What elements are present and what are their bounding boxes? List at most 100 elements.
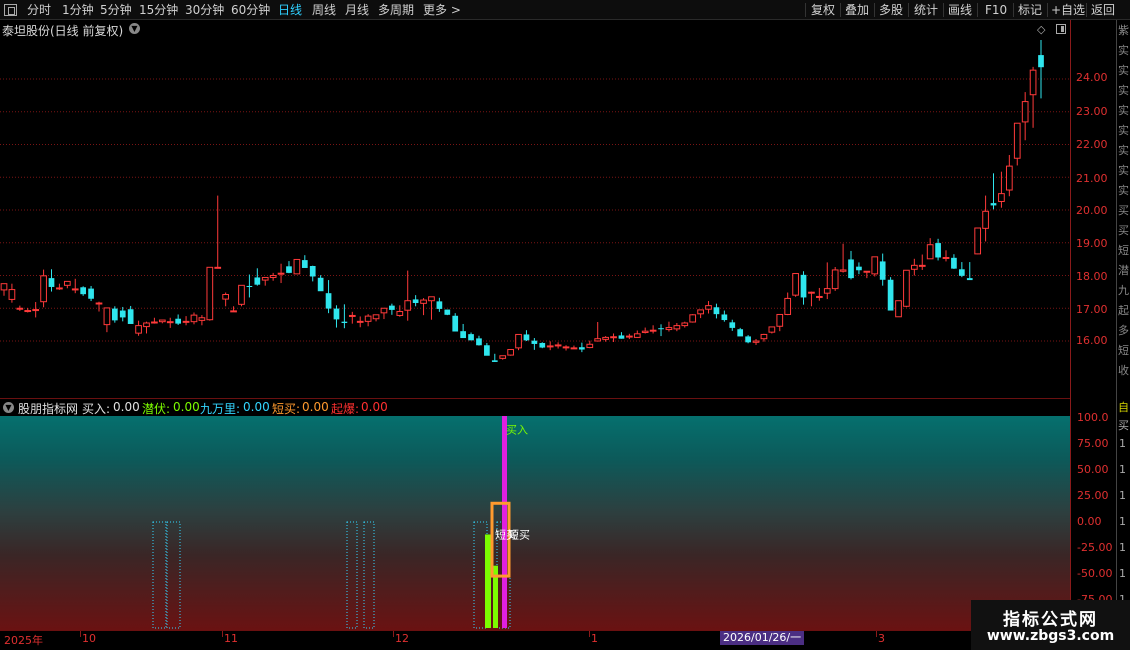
- candle-body-down: [175, 318, 182, 324]
- candle-body-up: [546, 345, 554, 348]
- candle: [942, 250, 950, 262]
- fuquan-button[interactable]: 复权: [811, 0, 835, 20]
- window-menu-icon[interactable]: [4, 4, 17, 16]
- candle-body-down: [737, 329, 744, 337]
- period-fenshi[interactable]: 分时: [27, 0, 51, 20]
- period-1min[interactable]: 1分钟: [62, 0, 94, 20]
- date-tick-mark: [876, 631, 877, 637]
- back-button[interactable]: 返回: [1091, 0, 1115, 20]
- candle-body-down: [80, 287, 87, 295]
- candle-body-up: [752, 340, 760, 343]
- right-strip-char: 紫: [1118, 24, 1129, 37]
- candle-body-up: [0, 283, 8, 291]
- candle: [444, 309, 451, 316]
- indicator-tick: 25.00: [1077, 489, 1109, 502]
- candle-body-up: [760, 333, 768, 340]
- multi-stock-button[interactable]: 多股: [879, 0, 903, 20]
- period-more-dropdown[interactable]: 更多 >: [423, 0, 461, 20]
- period-60min[interactable]: 60分钟: [231, 0, 270, 20]
- buy-signal-bar: [502, 416, 507, 628]
- candle-body-up: [586, 343, 594, 349]
- chevron-down-icon[interactable]: ▼: [3, 402, 14, 413]
- candle: [111, 306, 118, 323]
- candle-body-up: [982, 210, 989, 229]
- indicator-name[interactable]: 股朋指标网: [18, 400, 78, 417]
- kline-chart[interactable]: [0, 20, 1070, 398]
- candle-body-up: [238, 284, 245, 305]
- period-15min[interactable]: 15分钟: [139, 0, 178, 20]
- candle: [863, 270, 871, 279]
- candle: [784, 292, 792, 316]
- candle: [404, 270, 412, 321]
- price-tick: 18.00: [1076, 270, 1108, 283]
- candle: [681, 321, 689, 328]
- overlay-button[interactable]: 叠加: [845, 0, 869, 20]
- panel-layout-icon[interactable]: [1056, 24, 1066, 34]
- mark-button[interactable]: 标记: [1018, 0, 1042, 20]
- candle-body-up: [8, 289, 16, 300]
- candle: [238, 284, 245, 307]
- candle: [182, 316, 190, 326]
- candle-body-up: [190, 314, 198, 323]
- candle: [737, 327, 744, 337]
- period-weekly[interactable]: 周线: [312, 0, 336, 20]
- toolbar-divider: [1047, 3, 1048, 17]
- candle-body-up: [380, 307, 388, 314]
- candle-body-up: [71, 288, 79, 291]
- candle-body-down: [721, 314, 728, 321]
- candle-body-up: [507, 349, 514, 356]
- period-5min[interactable]: 5分钟: [100, 0, 132, 20]
- readout-buy-value: 0.00: [113, 400, 140, 414]
- diamond-icon[interactable]: ◇: [1037, 23, 1045, 36]
- candle-body-down: [729, 322, 736, 328]
- candle-body-up: [823, 288, 831, 294]
- candle-body-down: [531, 340, 538, 344]
- candle: [673, 322, 681, 332]
- period-monthly[interactable]: 月线: [345, 0, 369, 20]
- period-30min[interactable]: 30分钟: [185, 0, 224, 20]
- readout-buy-label: 买入:: [82, 402, 111, 416]
- readout-qibao-value: 0.00: [361, 400, 388, 414]
- candle-body-up: [63, 280, 71, 286]
- statistics-button[interactable]: 统计: [914, 0, 938, 20]
- draw-line-button[interactable]: 画线: [948, 0, 972, 20]
- date-label: 3: [878, 632, 885, 645]
- jiuwanli-bar: [152, 521, 167, 629]
- candle: [214, 195, 222, 269]
- candle-body-up: [863, 270, 871, 273]
- candle-body-up: [499, 355, 507, 359]
- price-tick: 22.00: [1076, 138, 1108, 151]
- candle-body-up: [554, 344, 562, 347]
- candle: [958, 262, 965, 278]
- chevron-down-icon[interactable]: ▼: [129, 23, 140, 34]
- candle: [926, 238, 934, 260]
- kline-chart-panel[interactable]: [0, 20, 1070, 398]
- candle: [752, 339, 760, 345]
- add-watchlist-button[interactable]: +自选: [1051, 0, 1085, 20]
- candle-body-up: [792, 273, 799, 296]
- candle-body-down: [856, 266, 862, 271]
- candle-body-up: [910, 264, 918, 270]
- toolbar-divider: [977, 3, 978, 17]
- toolbar-divider: [805, 3, 806, 17]
- watermark-title: 指标公式网: [1003, 610, 1098, 630]
- candle-body-up: [16, 307, 24, 310]
- indicator-chart[interactable]: 买入短买短买: [0, 416, 1070, 630]
- stock-title[interactable]: 泰坦股份(日线 前复权): [2, 22, 123, 39]
- candle: [800, 271, 807, 305]
- candle-body-up: [705, 305, 712, 310]
- readout-shortbuy-value: 0.00: [302, 400, 329, 414]
- candle-body-up: [562, 346, 570, 349]
- f10-button[interactable]: F10: [985, 0, 1007, 20]
- indicator-panel[interactable]: 买入 短买 短买: [0, 416, 1070, 630]
- period-daily[interactable]: 日线: [278, 0, 302, 20]
- candle-body-down: [484, 345, 490, 356]
- price-tick: 20.00: [1076, 204, 1108, 217]
- candle-body-up: [689, 314, 697, 323]
- candle: [531, 338, 538, 350]
- candle-body-down: [460, 331, 466, 339]
- period-multi[interactable]: 多周期: [378, 0, 414, 20]
- candle: [80, 286, 87, 296]
- candle: [476, 335, 482, 346]
- candle-body-up: [974, 227, 982, 255]
